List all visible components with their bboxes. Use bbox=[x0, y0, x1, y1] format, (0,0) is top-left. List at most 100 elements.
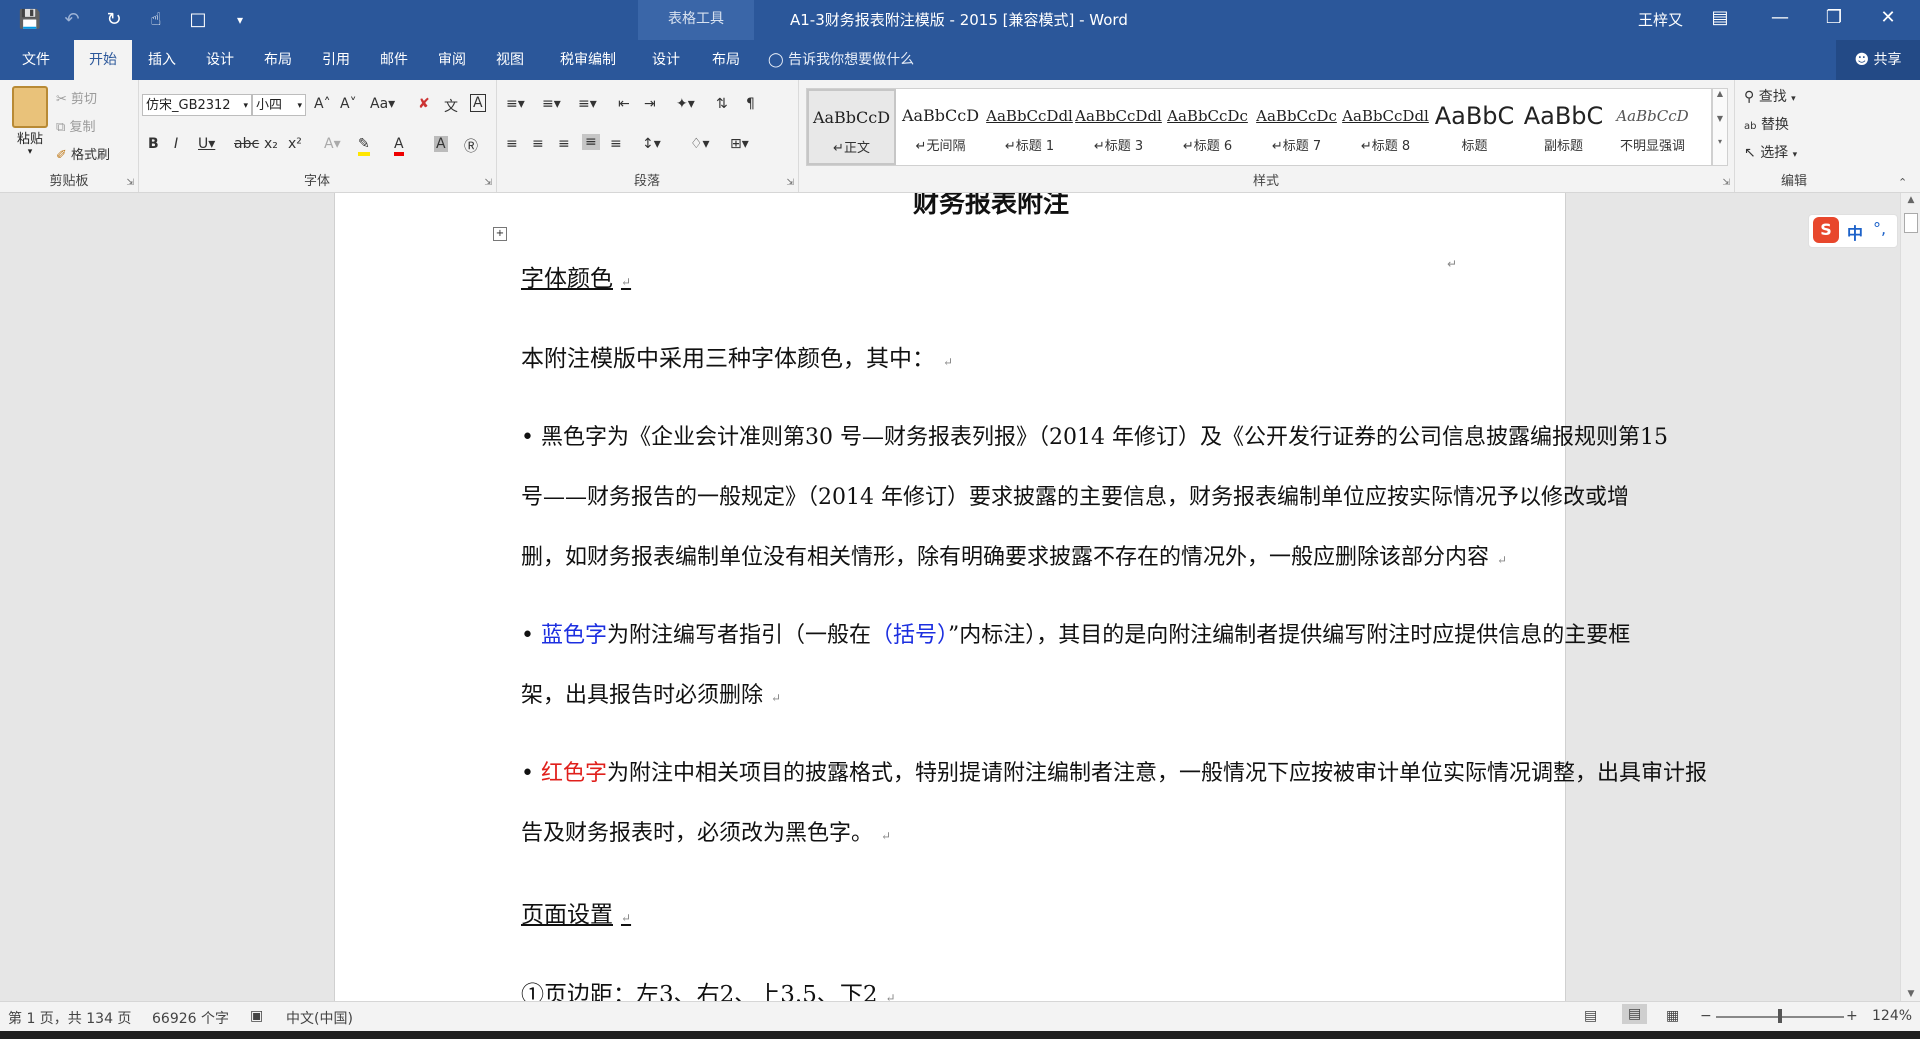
page-count[interactable]: 第 1 页，共 134 页 bbox=[8, 1008, 131, 1028]
select-button[interactable]: ↖ 选择 ▾ bbox=[1744, 142, 1797, 162]
sort-icon[interactable]: ⇅ bbox=[716, 96, 728, 112]
align-center-icon[interactable]: ≡ bbox=[532, 136, 544, 152]
increase-indent-icon[interactable]: ⇥ bbox=[644, 96, 656, 112]
paste-dropdown-icon[interactable]: ▾ bbox=[8, 147, 52, 157]
style-item[interactable]: AaBbC 标题 bbox=[1430, 89, 1519, 165]
copy-button[interactable]: ⧉ 复制 bbox=[56, 116, 95, 135]
tab-view[interactable]: 视图 bbox=[484, 40, 536, 80]
read-mode-icon[interactable]: ▤ bbox=[1584, 1008, 1597, 1024]
zoom-slider-thumb[interactable] bbox=[1778, 1009, 1782, 1023]
chinese-layout-icon[interactable]: ✦▾ bbox=[676, 96, 695, 112]
tab-mailings[interactable]: 邮件 bbox=[368, 40, 420, 80]
font-name-dropdown-icon[interactable]: ▾ bbox=[243, 95, 248, 117]
font-size-select[interactable]: 小四 ▾ bbox=[252, 94, 306, 116]
phonetic-guide-icon[interactable]: 文 bbox=[444, 96, 458, 116]
language[interactable]: 中文(中国) bbox=[286, 1008, 353, 1028]
clear-formatting-icon[interactable]: ✘ bbox=[418, 96, 430, 112]
web-layout-icon[interactable]: ▦ bbox=[1666, 1008, 1679, 1024]
highlight-color-icon[interactable]: ✎ bbox=[358, 136, 370, 156]
font-launcher-icon[interactable]: ⇲ bbox=[484, 178, 492, 188]
proofing-icon[interactable]: ▣ bbox=[250, 1008, 263, 1024]
zoom-in-icon[interactable]: + bbox=[1846, 1008, 1858, 1024]
align-right-icon[interactable]: ≡ bbox=[558, 136, 570, 152]
undo-icon[interactable]: ↶ bbox=[60, 8, 84, 32]
subscript-icon[interactable]: x₂ bbox=[264, 136, 278, 152]
tab-table-design[interactable]: 设计 bbox=[638, 40, 694, 80]
tab-insert[interactable]: 插入 bbox=[136, 40, 188, 80]
strikethrough-icon[interactable]: abc bbox=[234, 136, 259, 152]
character-border-icon[interactable]: A bbox=[470, 94, 486, 112]
styles-launcher-icon[interactable]: ⇲ bbox=[1722, 178, 1730, 188]
select-dropdown-icon[interactable]: ▾ bbox=[1793, 150, 1798, 160]
font-color-icon[interactable]: A bbox=[394, 136, 404, 156]
qat-dropdown-icon[interactable]: ▾ bbox=[228, 8, 252, 32]
print-layout-icon[interactable]: ▤ bbox=[1622, 1004, 1648, 1024]
tab-layout[interactable]: 布局 bbox=[252, 40, 304, 80]
tab-home[interactable]: 开始 bbox=[74, 40, 132, 80]
bold-icon[interactable]: B bbox=[148, 136, 159, 152]
style-item[interactable]: AaBbCcDdl ↵标题 3 bbox=[1074, 89, 1163, 165]
bullets-icon[interactable]: ≡▾ bbox=[506, 96, 525, 112]
share-button[interactable]: ☻ 共享 bbox=[1836, 40, 1920, 80]
collapse-ribbon-icon[interactable]: ⌃ bbox=[1898, 176, 1907, 189]
style-item[interactable]: AaBbCcD ↵无间隔 bbox=[896, 89, 985, 165]
replace-button[interactable]: ab 替换 bbox=[1744, 114, 1789, 134]
zoom-level[interactable]: 124% bbox=[1872, 1008, 1912, 1024]
styles-up-icon[interactable]: ▲ bbox=[1713, 89, 1727, 98]
show-marks-icon[interactable]: ¶ bbox=[746, 96, 755, 112]
numbering-icon[interactable]: ≡▾ bbox=[542, 96, 561, 112]
table-move-handle-icon[interactable]: + bbox=[493, 227, 507, 241]
shading-icon[interactable]: ♢▾ bbox=[690, 136, 710, 152]
vertical-scrollbar[interactable]: ▲ ▼ bbox=[1900, 193, 1920, 1001]
justify-icon[interactable]: ≡ bbox=[582, 134, 600, 150]
distributed-icon[interactable]: ≡ bbox=[610, 136, 622, 152]
user-name[interactable]: 王梓又 bbox=[1638, 9, 1683, 30]
document-page[interactable]: 财务报表附注 + ↵ 字体颜色 ↵ 本附注模版中采用三种字体颜色，其中： ↵ • 黑… bbox=[334, 193, 1707, 1001]
ime-indicator[interactable]: S 中 °, bbox=[1808, 214, 1898, 248]
font-name-select[interactable]: 仿宋_GB2312 ▾ bbox=[142, 94, 252, 116]
clipboard-launcher-icon[interactable]: ⇲ bbox=[126, 178, 134, 188]
tell-me-box[interactable]: ◯ 告诉我你想要做什么 bbox=[768, 40, 914, 80]
italic-icon[interactable]: I bbox=[174, 136, 178, 152]
decrease-indent-icon[interactable]: ⇤ bbox=[618, 96, 630, 112]
tab-design[interactable]: 设计 bbox=[194, 40, 246, 80]
redo-icon[interactable]: ↻ bbox=[102, 8, 126, 32]
ribbon-display-icon[interactable]: ▤ bbox=[1700, 7, 1740, 28]
scroll-thumb[interactable] bbox=[1904, 213, 1918, 233]
paragraph-launcher-icon[interactable]: ⇲ bbox=[786, 178, 794, 188]
style-item[interactable]: AaBbCcDc ↵标题 7 bbox=[1252, 89, 1341, 165]
style-item[interactable]: AaBbCcD ↵正文 bbox=[807, 89, 896, 165]
style-item[interactable]: AaBbCcDdl ↵标题 8 bbox=[1341, 89, 1430, 165]
document-area[interactable]: 财务报表附注 + ↵ 字体颜色 ↵ 本附注模版中采用三种字体颜色，其中： ↵ • 黑… bbox=[0, 193, 1900, 1001]
superscript-icon[interactable]: x² bbox=[288, 136, 302, 152]
borders-icon[interactable]: ⊞▾ bbox=[730, 136, 749, 152]
tab-review[interactable]: 审阅 bbox=[426, 40, 478, 80]
word-count[interactable]: 66926 个字 bbox=[152, 1008, 229, 1028]
find-dropdown-icon[interactable]: ▾ bbox=[1791, 94, 1796, 104]
paste-button[interactable]: 粘贴 ▾ bbox=[8, 86, 52, 157]
shrink-font-icon[interactable]: A˅ bbox=[340, 96, 357, 112]
align-left-icon[interactable]: ≡ bbox=[506, 136, 518, 152]
save-icon[interactable]: 💾 bbox=[18, 8, 42, 32]
enclose-characters-icon[interactable]: Ⓡ bbox=[464, 136, 478, 156]
tab-table-layout[interactable]: 布局 bbox=[698, 40, 754, 80]
cut-button[interactable]: ✂ 剪切 bbox=[56, 88, 97, 107]
format-painter-button[interactable]: ✐ 格式刷 bbox=[56, 144, 110, 163]
style-item[interactable]: AaBbC 副标题 bbox=[1519, 89, 1608, 165]
zoom-out-icon[interactable]: − bbox=[1700, 1008, 1712, 1024]
find-button[interactable]: ⚲ 查找 ▾ bbox=[1744, 86, 1796, 106]
font-size-dropdown-icon[interactable]: ▾ bbox=[297, 95, 302, 117]
minimize-icon[interactable]: — bbox=[1760, 7, 1800, 28]
underline-icon[interactable]: U▾ bbox=[198, 136, 215, 152]
scroll-down-icon[interactable]: ▼ bbox=[1901, 989, 1920, 999]
change-case-icon[interactable]: Aa▾ bbox=[370, 96, 395, 112]
close-icon[interactable]: ✕ bbox=[1868, 7, 1908, 28]
scroll-up-icon[interactable]: ▲ bbox=[1901, 195, 1920, 205]
style-item[interactable]: AaBbCcDdl ↵标题 1 bbox=[985, 89, 1074, 165]
grow-font-icon[interactable]: A˄ bbox=[314, 96, 331, 112]
character-shading-icon[interactable]: A bbox=[434, 136, 448, 152]
customize-icon[interactable]: □ bbox=[186, 8, 210, 32]
style-item[interactable]: AaBbCcDc ↵标题 6 bbox=[1163, 89, 1252, 165]
line-spacing-icon[interactable]: ↕▾ bbox=[642, 136, 661, 152]
touch-mode-icon[interactable]: ☝ bbox=[144, 8, 168, 32]
